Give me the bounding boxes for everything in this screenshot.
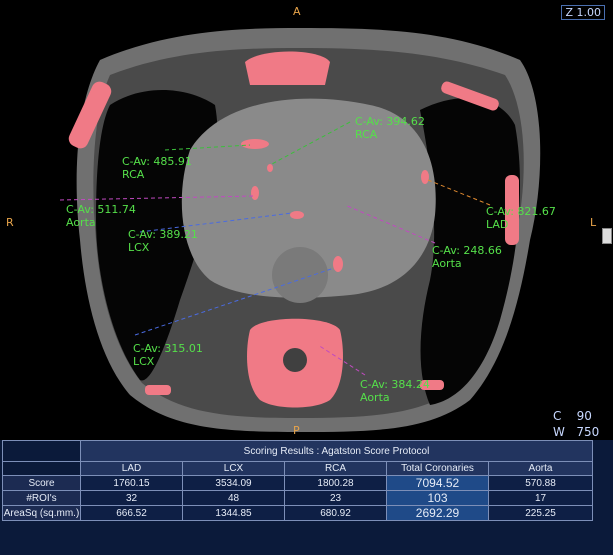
scrollbar-thumb[interactable] — [602, 228, 612, 244]
scoring-results-table: Scoring Results : Agatston Score Protoco… — [2, 440, 593, 521]
roi-cell: 23 — [284, 490, 387, 506]
sternum — [245, 51, 330, 85]
row-header: Score — [2, 475, 81, 491]
rib — [145, 385, 171, 395]
row-header: #ROI's — [2, 490, 81, 506]
calcification — [421, 170, 429, 184]
annotation-label[interactable]: C-Av: 384.24 Aorta — [360, 378, 430, 404]
window-width-readout: W 750 — [553, 425, 600, 439]
scoring-results-panel: Scoring Results : Agatston Score Protoco… — [0, 440, 613, 555]
column-header: Total Coronaries — [386, 461, 489, 476]
calcification — [241, 139, 269, 149]
calcification — [313, 339, 319, 351]
orientation-anterior: A — [293, 5, 301, 18]
score-cell: 3534.09 — [182, 475, 285, 491]
total-score-cell: 7094.52 — [386, 475, 489, 491]
table-row: #ROI's 32 48 23 103 17 — [2, 490, 593, 506]
area-cell: 1344.85 — [182, 505, 285, 521]
column-header: RCA — [284, 461, 387, 476]
annotation-label[interactable]: C-Av: 394.62 RCA — [355, 115, 425, 141]
annotation-label[interactable]: C-Av: 315.01 LCX — [133, 342, 203, 368]
score-cell: 1800.28 — [284, 475, 387, 491]
results-title: Scoring Results : Agatston Score Protoco… — [80, 440, 593, 462]
descending-aorta — [272, 247, 328, 303]
score-cell: 570.88 — [488, 475, 593, 491]
orientation-left: L — [590, 216, 597, 229]
annotation-label[interactable]: C-Av: 821.67 LAD — [486, 205, 556, 231]
calcification — [333, 256, 343, 272]
total-roi-cell: 103 — [386, 490, 489, 506]
ct-image-viewport[interactable]: A P R L Z 1.00 C-Av: 394.62 RCA C-Av: 485… — [0, 0, 613, 440]
orientation-posterior: P — [293, 424, 300, 437]
calcification — [290, 211, 304, 219]
row-header: AreaSq (sq.mm.) — [2, 505, 81, 521]
window-center-readout: C 90 — [553, 409, 592, 423]
annotation-label[interactable]: C-Av: 511.74 Aorta — [66, 203, 136, 229]
column-header: LAD — [80, 461, 183, 476]
zoom-indicator[interactable]: Z 1.00 — [561, 5, 605, 20]
roi-cell: 48 — [182, 490, 285, 506]
annotation-label[interactable]: C-Av: 389.21 LCX — [128, 228, 198, 254]
area-cell: 666.52 — [80, 505, 183, 521]
annotation-label[interactable]: C-Av: 248.66 Aorta — [432, 244, 502, 270]
roi-cell: 17 — [488, 490, 593, 506]
orientation-right: R — [6, 216, 14, 229]
table-row: Score 1760.15 3534.09 1800.28 7094.52 57… — [2, 475, 593, 491]
roi-cell: 32 — [80, 490, 183, 506]
column-header: LCX — [182, 461, 285, 476]
table-corner — [2, 461, 81, 476]
total-area-cell: 2692.29 — [386, 505, 489, 521]
table-corner — [2, 440, 81, 462]
area-cell: 680.92 — [284, 505, 387, 521]
score-cell: 1760.15 — [80, 475, 183, 491]
spinal-canal — [283, 348, 307, 372]
calcification — [267, 164, 273, 172]
column-header: Aorta — [488, 461, 593, 476]
area-cell: 225.25 — [488, 505, 593, 521]
annotation-label[interactable]: C-Av: 485.91 RCA — [122, 155, 192, 181]
table-row: AreaSq (sq.mm.) 666.52 1344.85 680.92 26… — [2, 505, 593, 521]
calcification — [251, 186, 259, 200]
